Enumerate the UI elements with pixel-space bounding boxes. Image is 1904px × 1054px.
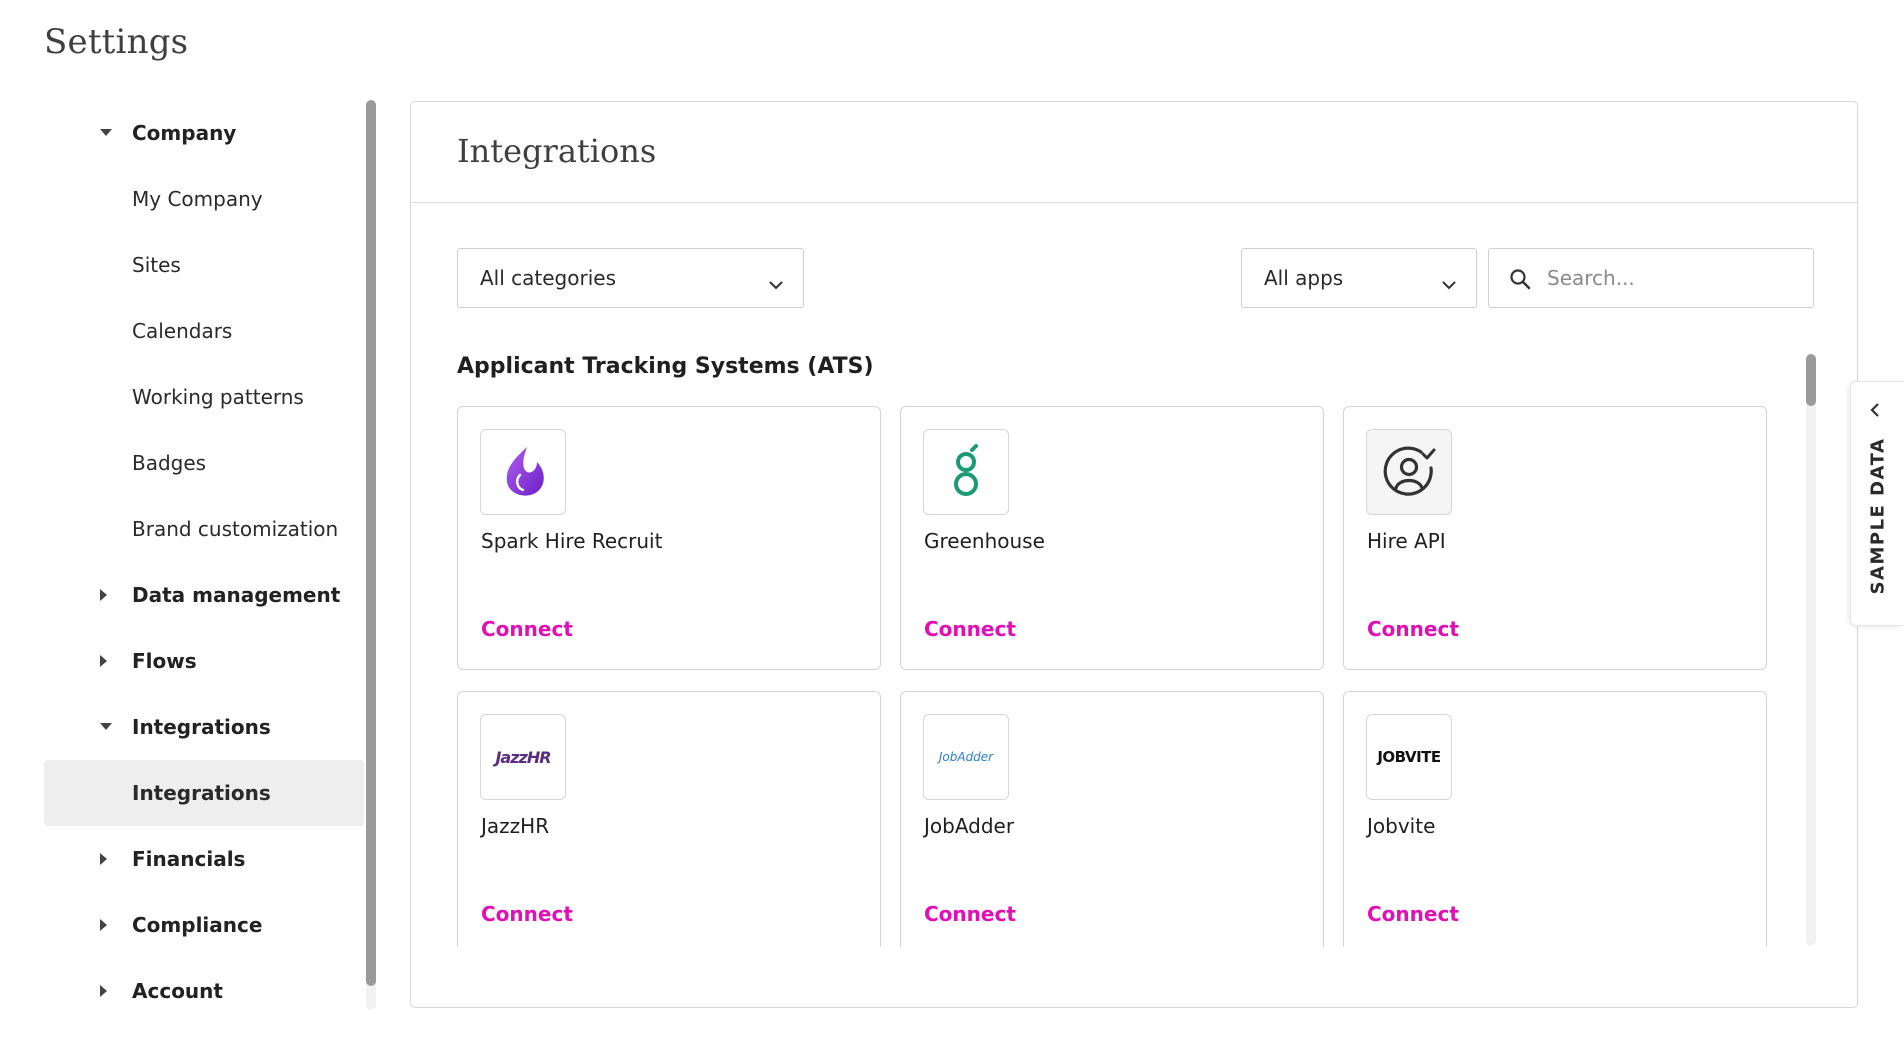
panel-title: Integrations: [457, 132, 657, 170]
integration-card-jobvite: JOBVITE Jobvite Connect: [1343, 691, 1767, 947]
jobvite-logo: JOBVITE: [1366, 714, 1452, 800]
sidebar-item-compliance[interactable]: Compliance: [44, 892, 364, 958]
caret-right-icon: [100, 826, 108, 892]
apps-select[interactable]: All apps: [1241, 248, 1477, 308]
jazzhr-logo: JazzHR: [480, 714, 566, 800]
jazzhr-logo-text: JazzHR: [495, 747, 551, 767]
sidebar-item-label: Working patterns: [132, 385, 304, 409]
sidebar-item-label: Compliance: [132, 913, 263, 937]
connect-button[interactable]: Connect: [481, 902, 573, 926]
panel-header: Integrations: [411, 102, 1857, 203]
integration-name: Greenhouse: [924, 529, 1045, 553]
sidebar-item-label: Integrations: [132, 781, 271, 805]
jobadder-logo: JobAdder: [923, 714, 1009, 800]
connect-button[interactable]: Connect: [924, 617, 1016, 641]
integration-name: JobAdder: [924, 814, 1015, 838]
sidebar-item-flows[interactable]: Flows: [44, 628, 364, 694]
spark-hire-logo: [480, 429, 566, 515]
chevron-left-icon: [1869, 402, 1881, 422]
sidebar-item-integrations[interactable]: Integrations: [44, 760, 364, 826]
integration-card-spark-hire-recruit: Spark Hire Recruit Connect: [457, 406, 881, 670]
search-input[interactable]: [1547, 259, 1797, 297]
sidebar-item-sites[interactable]: Sites: [44, 232, 364, 298]
integration-name: Hire API: [1367, 529, 1446, 553]
jobadder-logo-text: JobAdder: [938, 750, 994, 764]
sidebar-item-my-company[interactable]: My Company: [44, 166, 364, 232]
sidebar-item-badges[interactable]: Badges: [44, 430, 364, 496]
caret-right-icon: [100, 562, 108, 628]
sample-data-tab[interactable]: SAMPLE DATA: [1850, 381, 1904, 626]
cards-scrollbar-thumb[interactable]: [1806, 354, 1816, 406]
integrations-panel: Integrations All categories All apps App…: [410, 101, 1858, 1008]
sidebar-item-label: Financials: [132, 847, 246, 871]
hire-api-logo: [1366, 429, 1452, 515]
sidebar-item-calendars[interactable]: Calendars: [44, 298, 364, 364]
connect-button[interactable]: Connect: [1367, 617, 1459, 641]
sidebar-item-label: Sites: [132, 253, 181, 277]
chevron-down-icon: [1442, 271, 1456, 295]
sidebar-item-label: Flows: [132, 649, 197, 673]
sidebar-item-label: Badges: [132, 451, 207, 475]
sidebar-item-label: Account: [132, 979, 223, 1003]
caret-right-icon: [100, 628, 108, 694]
sidebar-item-label: Integrations: [132, 715, 271, 739]
integration-name: JazzHR: [481, 814, 550, 838]
integrations-grid: Spark Hire Recruit Connect Greenhouse Co…: [411, 402, 1811, 947]
chevron-down-icon: [769, 271, 783, 295]
cards-scrollbar-track[interactable]: [1806, 354, 1816, 946]
sidebar-item-company[interactable]: Company: [44, 100, 364, 166]
connect-button[interactable]: Connect: [1367, 902, 1459, 926]
jobvite-logo-text: JOBVITE: [1377, 748, 1441, 766]
sidebar-item-label: Brand customization: [132, 517, 339, 541]
caret-right-icon: [100, 892, 108, 958]
integration-name: Jobvite: [1367, 814, 1436, 838]
search-icon: [1509, 268, 1531, 294]
sidebar-item-working-patterns[interactable]: Working patterns: [44, 364, 364, 430]
sidebar-item-financials[interactable]: Financials: [44, 826, 364, 892]
apps-select-value: All apps: [1264, 266, 1344, 290]
sidebar-item-label: Company: [132, 121, 237, 145]
integration-card-hire-api: Hire API Connect: [1343, 406, 1767, 670]
category-select-value: All categories: [480, 266, 616, 290]
page-title: Settings: [44, 22, 189, 62]
sidebar-item-data-management[interactable]: Data management: [44, 562, 364, 628]
settings-sidebar: Company My Company Sites Calendars Worki…: [44, 100, 364, 1010]
sidebar-item-label: Calendars: [132, 319, 233, 343]
sidebar-item-label: My Company: [132, 187, 263, 211]
sidebar-scrollbar-thumb[interactable]: [366, 100, 376, 986]
category-select[interactable]: All categories: [457, 248, 804, 308]
sidebar-item-integrations-group[interactable]: Integrations: [44, 694, 364, 760]
section-title: Applicant Tracking Systems (ATS): [457, 354, 874, 379]
integration-card-jazzhr: JazzHR JazzHR Connect: [457, 691, 881, 947]
sample-data-label: SAMPLE DATA: [1867, 437, 1889, 595]
connect-button[interactable]: Connect: [924, 902, 1016, 926]
connect-button[interactable]: Connect: [481, 617, 573, 641]
search-box: [1488, 248, 1814, 308]
integration-name: Spark Hire Recruit: [481, 529, 663, 553]
caret-down-icon: [100, 100, 112, 166]
integration-card-greenhouse: Greenhouse Connect: [900, 406, 1324, 670]
integration-card-jobadder: JobAdder JobAdder Connect: [900, 691, 1324, 947]
sidebar-item-brand-customization[interactable]: Brand customization: [44, 496, 364, 562]
sidebar-item-label: Data management: [132, 583, 341, 607]
greenhouse-logo: [923, 429, 1009, 515]
sidebar-item-account[interactable]: Account: [44, 958, 364, 1010]
caret-right-icon: [100, 958, 108, 1010]
caret-down-icon: [100, 694, 112, 760]
